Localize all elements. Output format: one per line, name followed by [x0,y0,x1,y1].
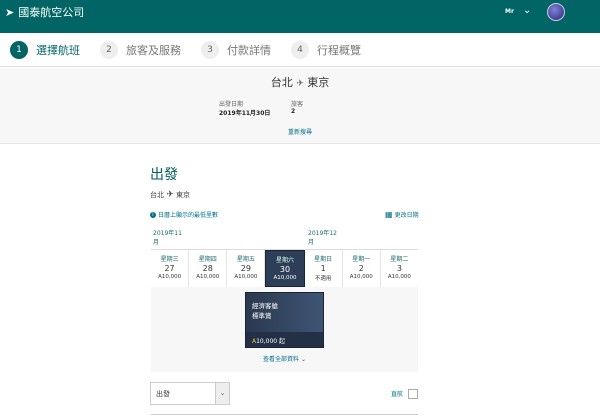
day-number: 30 [279,265,291,274]
day-number: 29 [240,264,251,273]
chevron-down-icon: ⌄ [215,383,229,404]
calendar-day[interactable]: 星期六 30 A10,000 [265,250,305,287]
destination: 東京 [176,191,191,199]
change-date-label: 更改日期 [394,212,419,219]
step-payment: 3 付款詳情 [201,40,271,59]
user-title: Mr [505,8,514,15]
sort-value: 出發 [156,390,170,398]
month-label: 2019年12月 [308,230,337,246]
weekday: 星期二 [390,256,409,263]
change-date-link[interactable]: ▦ 更改日期 [385,210,419,219]
step-number: 1 [10,40,28,59]
pax-label: 旅客 [291,101,304,108]
logo[interactable]: ➤ 國泰航空公司 [5,4,84,20]
origin: 台北 [270,76,293,89]
direct-label: 直航 [391,391,404,398]
calendar-icon: ▦ [385,210,393,219]
weekday: 星期六 [275,257,294,264]
day-price: A10,000 [349,274,373,280]
step-passengers: 2 旅客及服務 [100,40,181,59]
destination: 東京 [307,76,330,89]
step-label: 選擇航班 [36,43,80,57]
calendar-day[interactable]: 星期一 2 A10,000 [343,250,381,287]
cabin-label: 經濟客艙 [252,302,278,310]
sort-select[interactable]: 出發 ⌄ [150,382,230,405]
calendar-day[interactable]: 星期二 3 A10,000 [381,250,418,287]
direct-checkbox[interactable] [408,389,418,399]
route: 台北 ✈ 東京 [150,190,190,200]
calendar-day[interactable]: 星期五 29 A10,000 [227,250,266,287]
plane-icon: ✈ [166,190,174,200]
summary-route: 台北 ✈ 東京 [0,74,600,90]
step-number: 3 [201,40,219,59]
weekday: 星期五 [236,256,255,263]
calendar-day[interactable]: 星期日 1 不適用 [305,250,343,287]
step-number: 4 [291,40,309,59]
weekday: 星期三 [160,256,179,263]
chevron-down-icon: ⌄ [300,356,306,363]
day-price: A10,000 [387,274,411,280]
step-label: 付款詳情 [227,43,271,57]
fare-card[interactable]: 經濟客艙 標準賞 A10,000 起 [245,292,324,348]
weekday: 星期一 [352,256,371,263]
day-price: A10,000 [158,274,182,280]
info-note: i 日曆上顯示的最低里數 [150,210,218,219]
new-search-link[interactable]: 重新搜尋 [0,127,600,136]
weekday: 星期日 [314,256,333,263]
date-value: 2019年11月30日 [219,110,271,117]
day-number: 27 [164,264,175,273]
pax-value: 2 [291,108,296,115]
day-price: A10,000 [273,275,297,281]
fare-price: 10,000 起 [256,338,286,345]
day-number: 2 [358,264,364,273]
day-number: 3 [396,264,402,273]
award-type: 標準賞 [252,312,272,320]
info-icon: i [150,211,156,218]
day-number: 28 [202,264,213,273]
step-label: 行程概覽 [317,43,361,57]
step-select-flight: 1 選擇航班 [10,40,80,59]
plane-icon: ✈ [296,79,304,89]
page-title: 出發 [150,167,178,183]
avatar[interactable] [547,3,565,21]
view-all-link[interactable]: 查看全部資料 ⌄ [151,354,418,363]
step-number: 2 [100,40,118,59]
view-all-label: 查看全部資料 [263,356,300,363]
step-review: 4 行程概覽 [291,40,361,59]
progress-steps: 1 選擇航班 2 旅客及服務 3 付款詳情 4 行程概覽 [0,33,600,67]
date-label: 出發日期 [219,101,244,108]
weekday: 星期四 [198,256,217,263]
origin: 台北 [150,191,164,199]
day-price: 不適用 [314,276,332,282]
day-number: 1 [320,264,326,273]
calendar-day[interactable]: 星期三 27 A10,000 [151,250,190,287]
date-calendar: 星期三 27 A10,000 星期四 28 A10,000 星期五 29 A10,000 星期六 3… [151,249,418,287]
bird-logo-icon: ➤ [5,5,15,19]
day-price: A10,000 [196,274,220,280]
top-header [0,0,600,33]
month-label: 2019年11月 [153,230,182,246]
step-label: 旅客及服務 [126,43,181,57]
account-chevron-down-icon[interactable]: ⌄ [523,5,531,16]
info-text: 日曆上顯示的最低里數 [158,212,219,219]
calendar-day[interactable]: 星期四 28 A10,000 [189,250,228,287]
day-price: A10,000 [234,274,258,280]
